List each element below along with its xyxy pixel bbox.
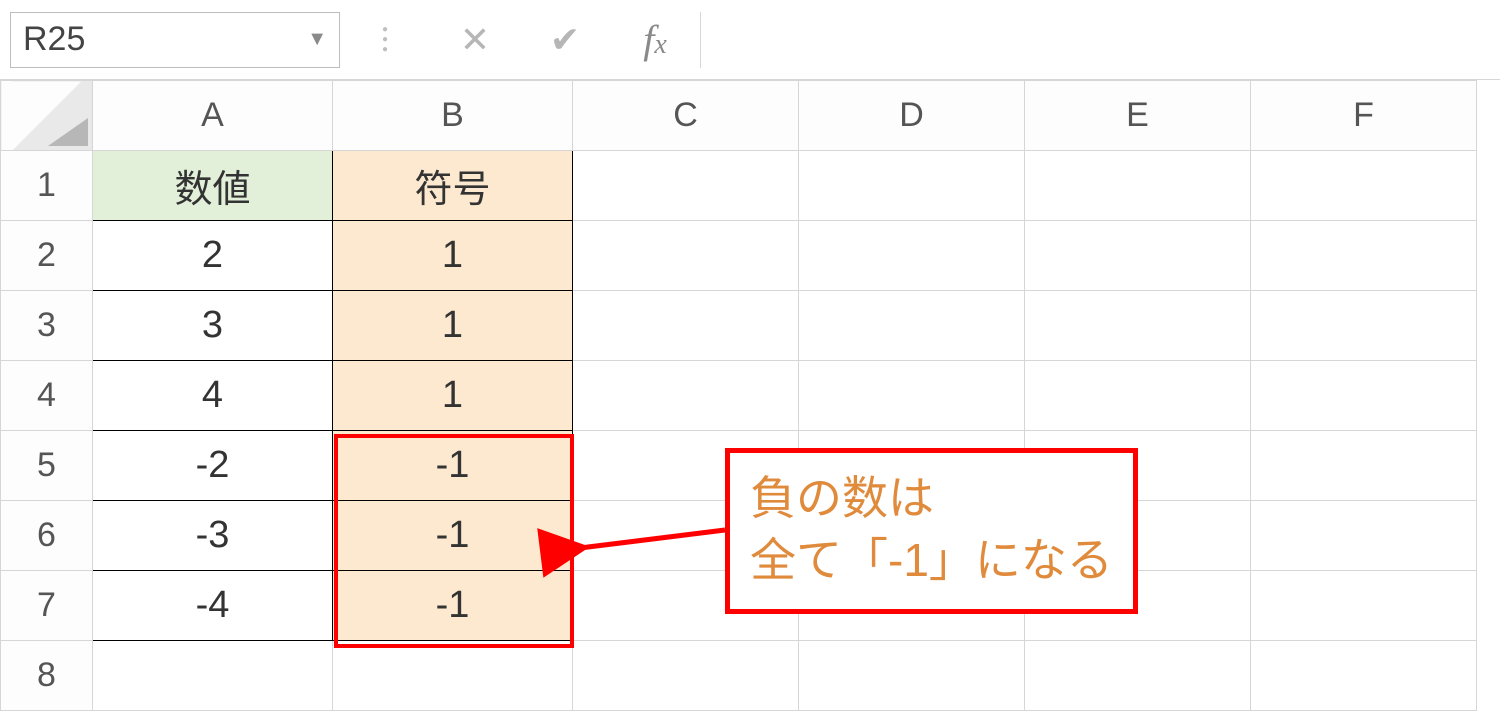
cell-b5[interactable]: -1	[333, 431, 573, 501]
col-header-c[interactable]: C	[573, 81, 799, 151]
cell-f3[interactable]	[1251, 291, 1477, 361]
col-header-a[interactable]: A	[93, 81, 333, 151]
cell-b2[interactable]: 1	[333, 221, 573, 291]
row-header-2[interactable]: 2	[1, 221, 93, 291]
cell-b1[interactable]: 符号	[333, 151, 573, 221]
row-header-1[interactable]: 1	[1, 151, 93, 221]
name-box[interactable]: R25 ▼	[10, 12, 340, 68]
row-header-4[interactable]: 4	[1, 361, 93, 431]
cell-f1[interactable]	[1251, 151, 1477, 221]
cell-f6[interactable]	[1251, 501, 1477, 571]
cell-c1[interactable]	[573, 151, 799, 221]
enter-icon[interactable]: ✔	[520, 12, 610, 68]
cell-d8[interactable]	[799, 641, 1025, 711]
cell-f5[interactable]	[1251, 431, 1477, 501]
cell-c4[interactable]	[573, 361, 799, 431]
cell-d3[interactable]	[799, 291, 1025, 361]
cell-b8[interactable]	[333, 641, 573, 711]
cell-b3[interactable]: 1	[333, 291, 573, 361]
col-header-e[interactable]: E	[1025, 81, 1251, 151]
cell-a1[interactable]: 数値	[93, 151, 333, 221]
cell-e2[interactable]	[1025, 221, 1251, 291]
cell-c8[interactable]	[573, 641, 799, 711]
cell-f2[interactable]	[1251, 221, 1477, 291]
cell-c3[interactable]	[573, 291, 799, 361]
row-header-3[interactable]: 3	[1, 291, 93, 361]
cell-b6[interactable]: -1	[333, 501, 573, 571]
cell-a6[interactable]: -3	[93, 501, 333, 571]
cell-a7[interactable]: -4	[93, 571, 333, 641]
row-header-5[interactable]: 5	[1, 431, 93, 501]
formula-bar: R25 ▼ ●●● ✕ ✔ fx	[0, 0, 1500, 80]
cell-d2[interactable]	[799, 221, 1025, 291]
menu-dots-icon[interactable]: ●●●	[340, 12, 430, 68]
cell-a4[interactable]: 4	[93, 361, 333, 431]
row-header-8[interactable]: 8	[1, 641, 93, 711]
cell-d1[interactable]	[799, 151, 1025, 221]
cell-e4[interactable]	[1025, 361, 1251, 431]
cancel-icon[interactable]: ✕	[430, 12, 520, 68]
col-header-d[interactable]: D	[799, 81, 1025, 151]
cell-f8[interactable]	[1251, 641, 1477, 711]
callout-line2: 全て「-1」になる	[750, 529, 1113, 591]
cell-c2[interactable]	[573, 221, 799, 291]
cell-e1[interactable]	[1025, 151, 1251, 221]
cell-a2[interactable]: 2	[93, 221, 333, 291]
select-all-corner[interactable]	[1, 81, 93, 151]
annotation-callout: 負の数は 全て「-1」になる	[725, 448, 1138, 614]
cell-d4[interactable]	[799, 361, 1025, 431]
row-header-6[interactable]: 6	[1, 501, 93, 571]
cell-a5[interactable]: -2	[93, 431, 333, 501]
cell-e3[interactable]	[1025, 291, 1251, 361]
cell-b4[interactable]: 1	[333, 361, 573, 431]
row-header-7[interactable]: 7	[1, 571, 93, 641]
chevron-down-icon[interactable]: ▼	[307, 28, 327, 51]
cell-e8[interactable]	[1025, 641, 1251, 711]
cell-a8[interactable]	[93, 641, 333, 711]
cell-f7[interactable]	[1251, 571, 1477, 641]
cell-a3[interactable]: 3	[93, 291, 333, 361]
col-header-f[interactable]: F	[1251, 81, 1477, 151]
formula-input[interactable]	[700, 12, 1500, 68]
spreadsheet-grid[interactable]: A B C D E F 1 数値 符号 2 2 1 3 3 1	[0, 80, 1500, 711]
col-header-b[interactable]: B	[333, 81, 573, 151]
cell-b7[interactable]: -1	[333, 571, 573, 641]
name-box-value: R25	[23, 20, 85, 59]
cell-f4[interactable]	[1251, 361, 1477, 431]
fx-icon[interactable]: fx	[610, 12, 700, 68]
callout-line1: 負の数は	[750, 467, 1113, 529]
